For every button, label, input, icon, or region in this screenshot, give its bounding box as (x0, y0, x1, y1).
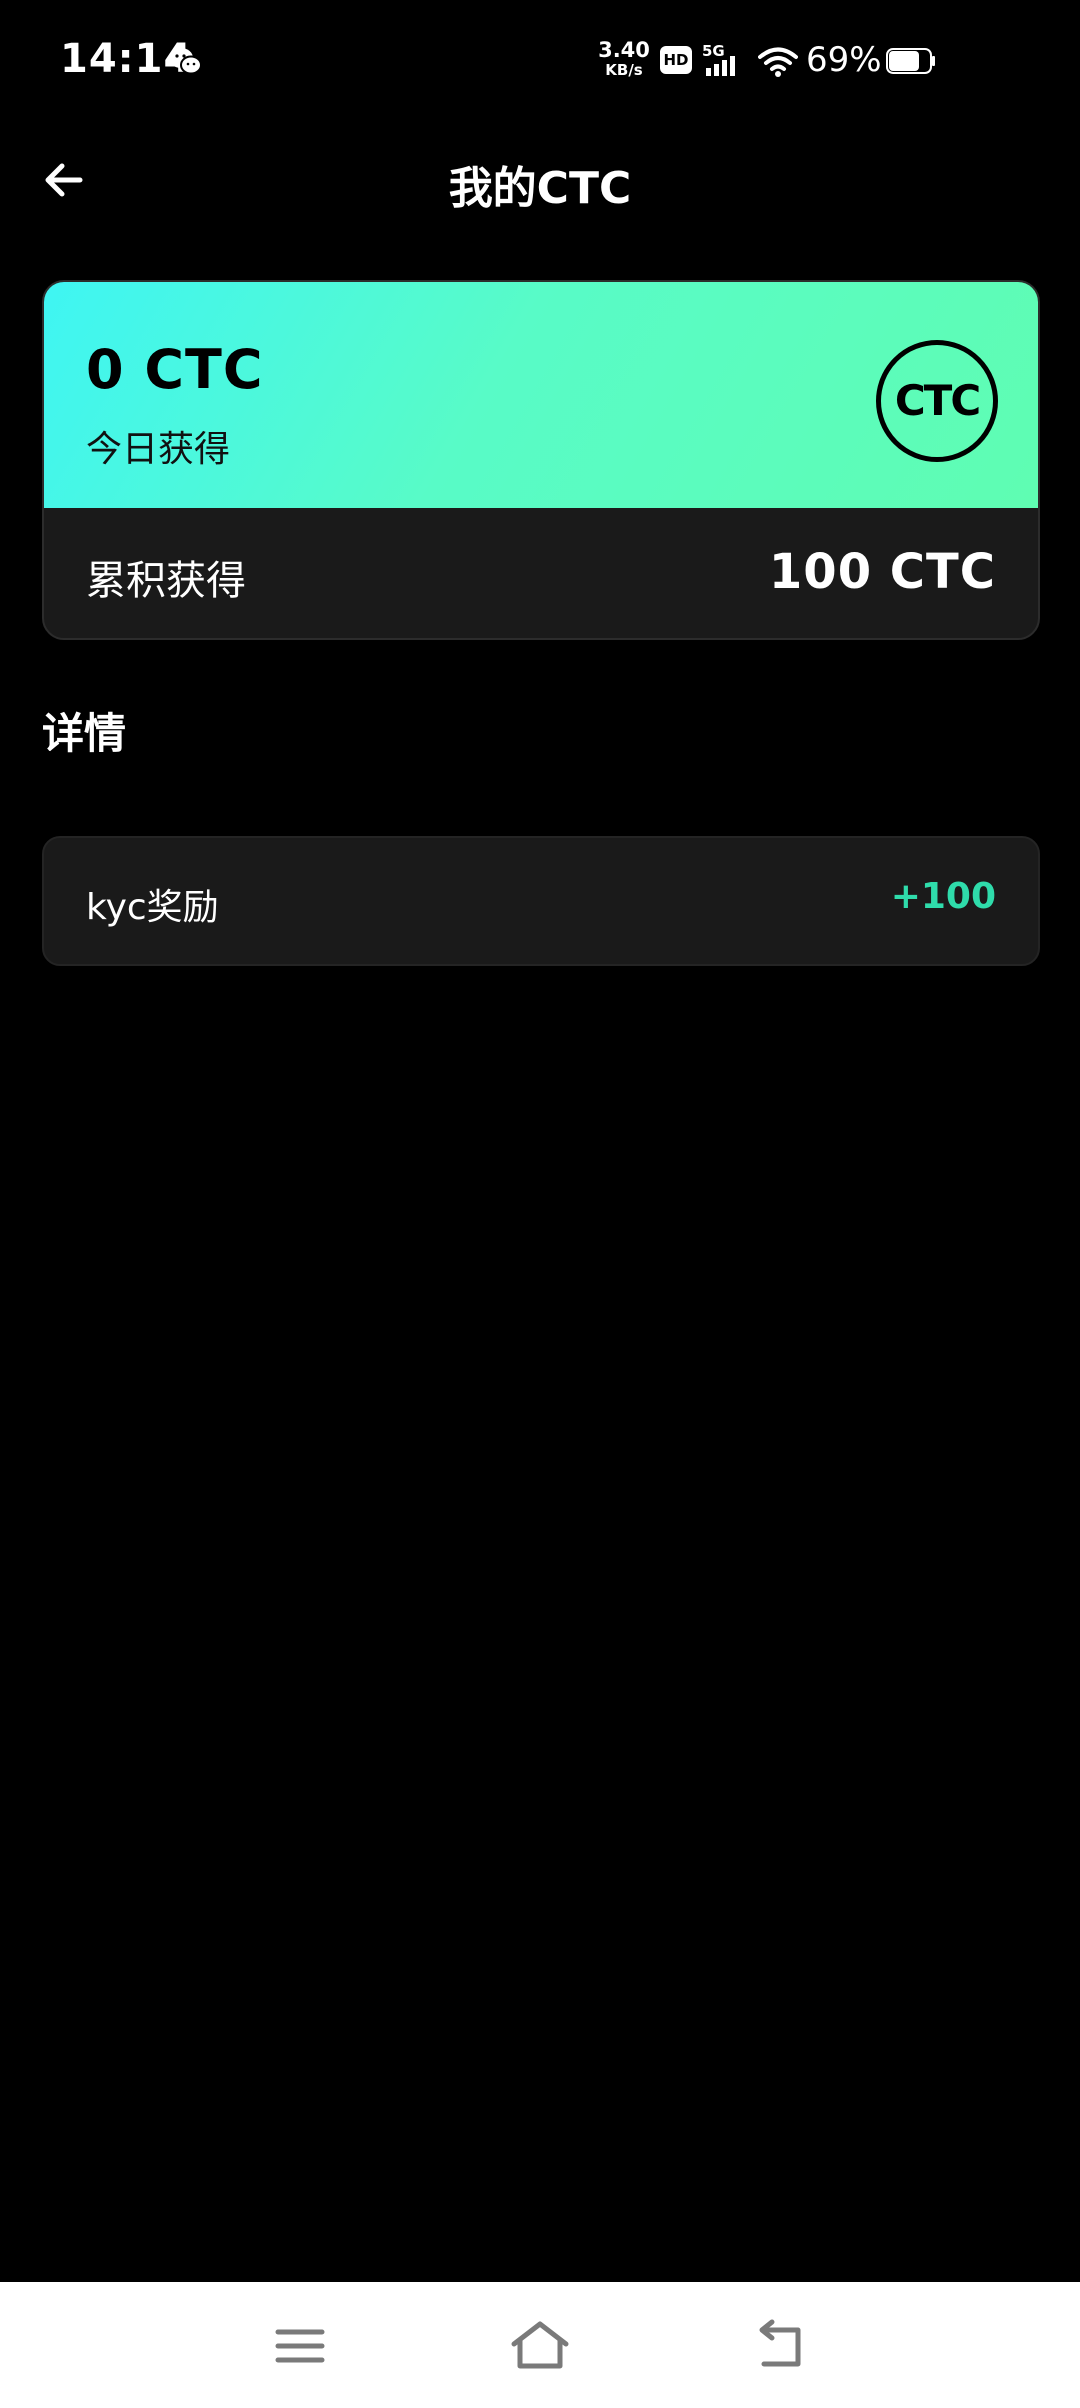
home-icon[interactable] (508, 2318, 572, 2374)
page-title: 我的CTC (448, 163, 632, 214)
detail-value: +100 (890, 876, 996, 917)
cellular-signal: 5G (702, 42, 752, 80)
menu-icon[interactable] (268, 2318, 332, 2374)
back-icon[interactable] (748, 2318, 812, 2374)
battery-icon (886, 48, 935, 74)
system-nav-bar (0, 2282, 1080, 2408)
wifi-icon (758, 47, 798, 77)
network-speed: 3.40 KB/s (596, 40, 652, 80)
signal-bars-icon (706, 56, 735, 76)
today-amount: 0 CTC (86, 338, 264, 401)
today-label: 今日获得 (86, 429, 231, 470)
status-bar: 14:14 3.40 KB/s HD 5G 69% (0, 0, 1080, 130)
hd-badge: HD (660, 46, 692, 74)
network-speed-unit: KB/s (605, 61, 643, 79)
total-amount: 100 CTC (768, 544, 996, 600)
balance-card: 0 CTC 今日获得 CTC 累积获得 100 CTC (42, 280, 1040, 640)
list-item[interactable]: kyc奖励 +100 (42, 836, 1040, 966)
battery-percent: 69% (806, 40, 882, 80)
ctc-logo: CTC (876, 340, 998, 462)
wechat-icon (169, 48, 202, 75)
balance-card-header: 0 CTC 今日获得 CTC (44, 282, 1038, 508)
details-title: 详情 (42, 709, 127, 758)
network-speed-value: 3.40 (598, 38, 650, 62)
detail-label: kyc奖励 (86, 887, 219, 928)
total-label: 累积获得 (86, 558, 246, 604)
